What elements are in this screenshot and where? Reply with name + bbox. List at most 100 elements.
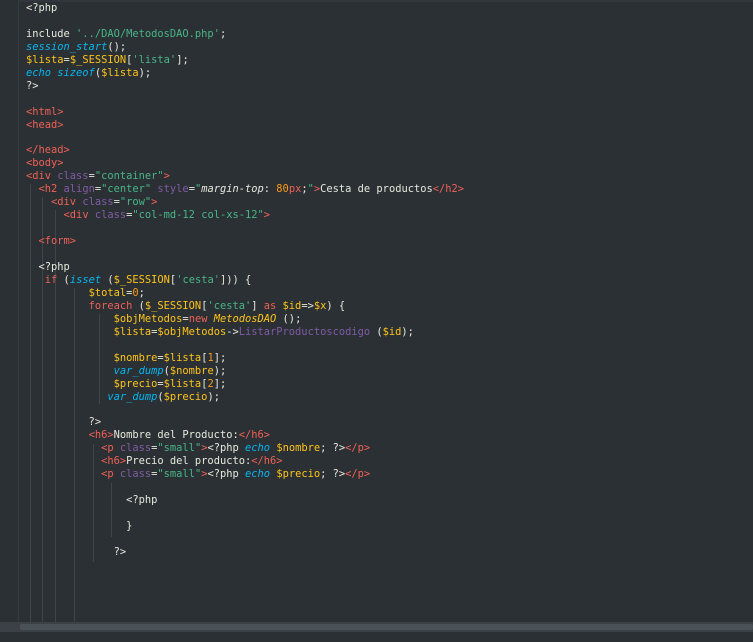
code-line[interactable]: ?>: [26, 80, 39, 93]
code-token: (: [370, 325, 383, 338]
code-token: if: [44, 273, 58, 286]
code-token: </h6>: [251, 455, 283, 468]
code-token: (: [101, 273, 114, 286]
code-token: 'cesta': [176, 273, 220, 286]
scrollbar-thumb[interactable]: [20, 624, 753, 630]
code-line[interactable]: $precio=$lista[2];: [26, 377, 227, 391]
code-line[interactable]: echo sizeof($lista);: [26, 67, 151, 80]
horizontal-scrollbar[interactable]: [0, 622, 753, 632]
code-token: ListarProductoscodigo: [238, 325, 371, 338]
code-line[interactable]: $lista=$objMetodos->ListarProductoscodig…: [26, 326, 414, 339]
code-token: 80: [276, 183, 289, 196]
code-token: $lista: [101, 66, 139, 79]
code-line[interactable]: $lista=$_SESSION['lista'];: [26, 54, 189, 67]
code-token: </h6>: [238, 429, 270, 442]
code-token: $precio: [113, 377, 158, 390]
code-line[interactable]: <div class="container">: [26, 170, 170, 183]
code-token: Cesta de productos: [320, 183, 433, 196]
code-token: Precio del producto:: [126, 455, 252, 468]
code-token: ; ?>: [320, 468, 346, 481]
code-token: <?php: [207, 442, 246, 455]
code-line[interactable]: <div class="col-md-12 col-xs-12">: [26, 209, 270, 222]
code-token: $lista: [163, 351, 202, 364]
code-line[interactable]: $objMetodos=new MetodosDAO ();: [26, 312, 302, 326]
code-token: ;: [138, 286, 145, 299]
code-token: "center": [101, 183, 152, 196]
code-token: <h6>: [101, 455, 127, 468]
code-token: ])) {: [219, 273, 252, 286]
code-token: style: [157, 183, 189, 196]
code-line[interactable]: var_dump($nombre);: [26, 364, 227, 378]
code-token: "small": [157, 468, 202, 481]
code-line[interactable]: $total=0;: [26, 287, 145, 300]
code-token: </p>: [345, 468, 371, 481]
code-line[interactable]: <p class="small"><?php echo $precio; ?><…: [26, 468, 370, 481]
code-line[interactable]: <h6>Nombre del Producto:</h6>: [26, 429, 270, 442]
code-line[interactable]: <?php: [26, 494, 157, 507]
code-token: $id: [382, 325, 402, 338]
code-line[interactable]: session_start();: [26, 41, 126, 54]
code-line[interactable]: <p class="small"><?php echo $nombre; ?><…: [26, 442, 370, 455]
code-editor[interactable]: <?php include '../DAO/MetodosDAO.php'; ses…: [0, 0, 753, 632]
code-token: </p>: [345, 442, 371, 455]
code-line[interactable]: </head>: [26, 144, 70, 157]
indent-guide: [30, 184, 31, 632]
code-token: ]: [251, 299, 264, 312]
code-line[interactable]: }: [26, 520, 132, 533]
code-token: $lista: [163, 377, 202, 390]
code-token: "small": [157, 442, 202, 455]
code-token: $x: [313, 299, 327, 312]
code-line[interactable]: <head>: [26, 119, 64, 132]
code-line[interactable]: $nombre=$lista[1];: [26, 351, 227, 365]
code-line[interactable]: foreach ($_SESSION['cesta'] as $id=>$x) …: [26, 299, 346, 313]
code-token: (: [57, 273, 70, 286]
code-token: echo: [245, 442, 271, 455]
code-line[interactable]: ?>: [26, 416, 102, 429]
code-token: ?>: [26, 416, 102, 429]
code-token: );: [213, 364, 227, 377]
code-token: 'lista': [132, 53, 177, 66]
code-line[interactable]: <body>: [26, 157, 64, 170]
code-token: as: [263, 299, 277, 312]
code-line[interactable]: <h6>Precio del producto:</h6>: [26, 455, 283, 468]
code-token: class: [94, 209, 127, 222]
code-token: =>: [301, 299, 314, 312]
code-line[interactable]: <form>: [26, 235, 77, 248]
code-token: "container": [94, 170, 164, 183]
code-token: class: [119, 442, 152, 455]
code-token: echo: [245, 468, 271, 481]
code-token: ();: [107, 40, 127, 53]
code-line[interactable]: <div class="row">: [26, 196, 157, 209]
code-token: foreach: [88, 299, 133, 312]
code-token: ; ?>: [320, 442, 346, 455]
code-line[interactable]: if (isset ($_SESSION['cesta'])) {: [26, 274, 251, 287]
code-token: ();: [276, 312, 302, 325]
code-token: ->: [226, 325, 239, 338]
code-token: $_SESSION: [144, 299, 202, 312]
code-token: $nombre: [169, 364, 214, 377]
code-line[interactable]: include '../DAO/MetodosDAO.php';: [26, 28, 226, 41]
code-token: <div: [51, 196, 83, 209]
code-line[interactable]: <html>: [26, 106, 64, 119]
code-token: );: [207, 390, 220, 403]
code-line[interactable]: ?>: [26, 545, 127, 559]
code-token: $objMetodos: [113, 312, 183, 325]
code-token: <div: [63, 209, 95, 222]
code-token: ?>: [26, 545, 127, 558]
code-line[interactable]: <?php: [26, 261, 70, 274]
code-token: <?php: [207, 468, 246, 481]
code-token: ) {: [326, 299, 346, 312]
code-token: >: [151, 196, 158, 209]
code-token: "row": [119, 196, 152, 209]
code-line[interactable]: <?php: [26, 2, 57, 15]
code-line[interactable]: <h2 align="center" style="margin-top: 80…: [26, 183, 465, 196]
code-line[interactable]: var_dump($precio);: [26, 391, 220, 404]
